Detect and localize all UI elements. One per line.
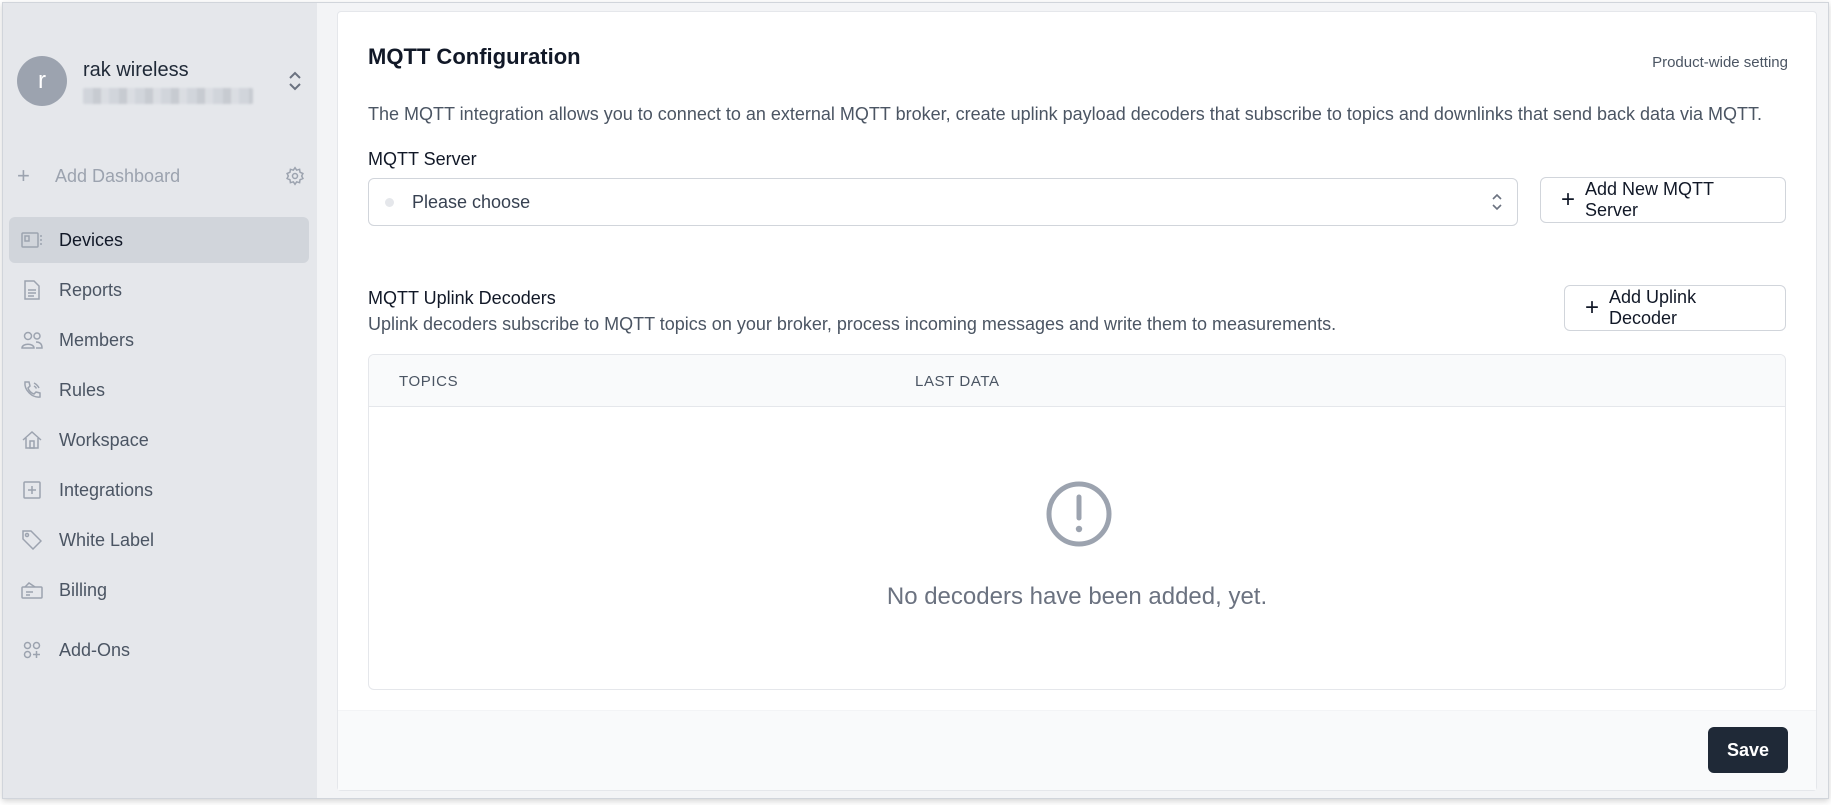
column-header-last-data: LAST DATA (915, 373, 1000, 390)
add-dashboard-button[interactable]: + Add Dashboard (17, 161, 307, 191)
plus-square-icon (19, 479, 45, 501)
add-mqtt-server-label: Add New MQTT Server (1585, 179, 1714, 220)
mqtt-server-select[interactable]: Please choose (368, 178, 1518, 226)
save-button[interactable]: Save (1708, 727, 1788, 773)
plus-icon: + (1561, 186, 1576, 213)
sidebar-item-integrations[interactable]: Integrations (9, 467, 309, 513)
sidebar-item-label: Workspace (59, 429, 149, 450)
card-footer: Save (338, 710, 1816, 790)
sidebar-item-members[interactable]: Members (9, 317, 309, 363)
account-switcher[interactable]: r rak wireless (17, 55, 307, 107)
billing-icon (19, 579, 45, 601)
chevron-up-down-icon[interactable] (283, 66, 307, 96)
add-mqtt-server-button[interactable]: + Add New MQTT Server (1540, 177, 1786, 223)
mqtt-server-select-value: Please choose (412, 191, 531, 212)
account-subtitle-redacted (83, 88, 253, 104)
app-window: r rak wireless + Add Dashboard Devices R… (2, 2, 1829, 799)
mqtt-configuration-card: MQTT Configuration Product-wide setting … (337, 11, 1817, 791)
empty-state-message: No decoders have been added, yet. (886, 583, 1268, 610)
add-uplink-decoder-label: Add Uplink Decoder (1609, 287, 1697, 328)
avatar: r (17, 56, 67, 106)
sidebar-item-billing[interactable]: Billing (9, 567, 309, 613)
sidebar-item-white-label[interactable]: White Label (9, 517, 309, 563)
column-header-topics: TOPICS (399, 373, 459, 390)
sidebar-item-reports[interactable]: Reports (9, 267, 309, 313)
integration-description: The MQTT integration allows you to conne… (368, 104, 1763, 124)
document-icon (19, 279, 45, 301)
sidebar-item-label: Devices (59, 229, 124, 250)
sidebar-item-label: White Label (59, 529, 155, 550)
sidebar-item-rules[interactable]: Rules (9, 367, 309, 413)
sidebar-item-label: Members (59, 329, 135, 350)
sidebar-nav: Devices Reports Members Rules Workspace … (9, 217, 309, 677)
uplink-decoders-description: Uplink decoders subscribe to MQTT topics… (368, 314, 1337, 334)
sidebar: r rak wireless + Add Dashboard Devices R… (3, 3, 317, 798)
home-icon (19, 429, 45, 451)
uplink-decoders-title: MQTT Uplink Decoders (368, 288, 556, 308)
add-dashboard-label: Add Dashboard (55, 165, 181, 186)
sidebar-item-devices[interactable]: Devices (9, 217, 309, 263)
mqtt-server-label: MQTT Server (368, 149, 477, 169)
scope-label: Product-wide setting (1652, 54, 1788, 71)
sidebar-item-label: Rules (59, 379, 106, 400)
status-dot (385, 197, 394, 207)
add-uplink-decoder-button[interactable]: + Add Uplink Decoder (1564, 285, 1786, 331)
devices-icon (19, 229, 45, 251)
page-title: MQTT Configuration (368, 44, 581, 69)
decoders-table: TOPICS LAST DATA No decoders have been a… (368, 354, 1786, 690)
users-icon (19, 329, 45, 351)
table-header: TOPICS LAST DATA (369, 355, 1785, 407)
account-name: rak wireless (83, 59, 189, 81)
gear-icon[interactable] (283, 164, 307, 188)
sidebar-item-label: Add-Ons (59, 639, 131, 660)
phone-signal-icon (19, 379, 45, 401)
plus-icon: + (1585, 294, 1600, 321)
sidebar-item-label: Reports (59, 279, 123, 300)
sidebar-item-add-ons[interactable]: Add-Ons (9, 627, 309, 673)
addons-icon (19, 639, 45, 661)
sidebar-item-label: Integrations (59, 479, 154, 500)
exclamation-circle-icon (1045, 480, 1113, 548)
chevron-up-down-icon (1491, 191, 1503, 218)
sidebar-item-label: Billing (59, 579, 108, 600)
plus-icon: + (17, 163, 30, 188)
sidebar-item-workspace[interactable]: Workspace (9, 417, 309, 463)
tag-icon (19, 529, 45, 551)
